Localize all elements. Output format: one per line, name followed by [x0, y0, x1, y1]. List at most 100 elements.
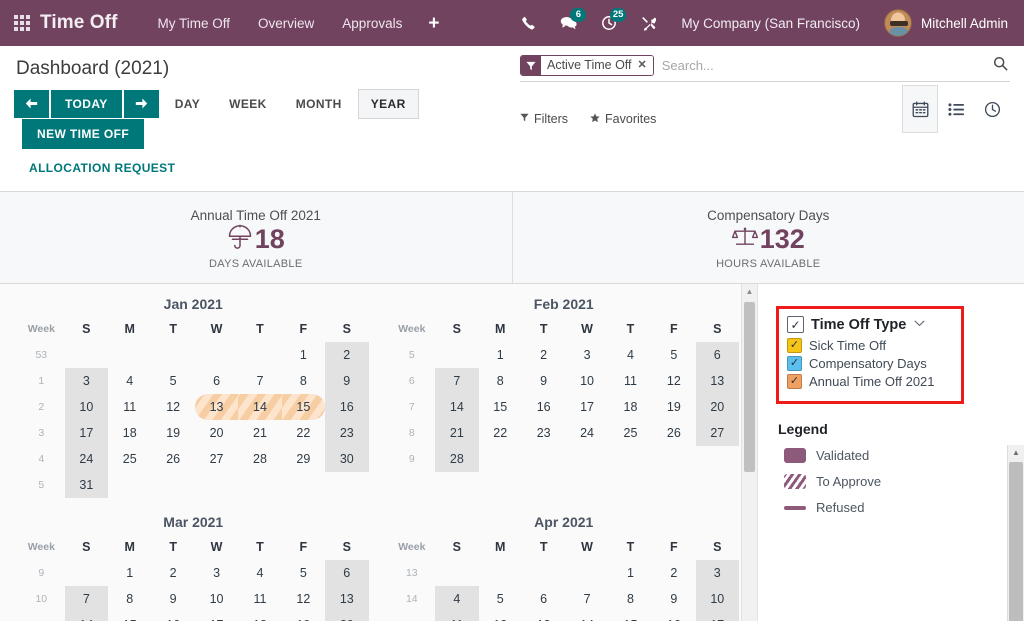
chevron-down-icon[interactable]: [914, 319, 925, 330]
calendar-day-cell[interactable]: 12: [282, 586, 325, 612]
nav-item-my-time-off[interactable]: My Time Off: [144, 10, 245, 37]
calendar-day-cell[interactable]: 26: [151, 446, 194, 472]
calendar-day-cell[interactable]: 15: [609, 612, 652, 621]
calendar-day-cell[interactable]: 12: [151, 394, 194, 420]
calendar-day-cell[interactable]: 24: [65, 446, 108, 472]
next-period-button[interactable]: [124, 90, 159, 118]
checkbox-time-off-type[interactable]: ✓: [787, 338, 802, 353]
calendar-day-cell[interactable]: 1: [282, 342, 325, 368]
calendar-day-cell[interactable]: 1: [108, 560, 151, 586]
checkbox-all-types[interactable]: ✓: [787, 316, 804, 333]
list-view-icon[interactable]: [938, 85, 974, 133]
calendar-day-cell[interactable]: 23: [325, 420, 368, 446]
calendar-day-cell[interactable]: 6: [195, 368, 238, 394]
calendar-day-cell[interactable]: 14: [65, 612, 108, 621]
calendar-day-cell[interactable]: 6: [522, 586, 565, 612]
calendar-day-cell[interactable]: 21: [435, 420, 478, 446]
calendar-day-cell[interactable]: 17: [195, 612, 238, 621]
calendar-day-cell[interactable]: 8: [609, 586, 652, 612]
calendar-day-cell[interactable]: 7: [435, 368, 478, 394]
calendar-day-cell[interactable]: 15: [108, 612, 151, 621]
week-number[interactable]: 6: [389, 368, 436, 394]
messages-icon[interactable]: 6: [549, 11, 588, 35]
calendar-day-cell-event-to-approve[interactable]: 14: [238, 394, 281, 420]
calendar-day-cell[interactable]: 5: [652, 342, 695, 368]
calendar-day-cell[interactable]: 14: [435, 394, 478, 420]
calendar-day-cell[interactable]: 16: [652, 612, 695, 621]
time-off-type-item[interactable]: ✓Compensatory Days: [787, 356, 951, 371]
calendar-day-cell-event-to-approve[interactable]: 15: [282, 394, 325, 420]
calendar-day-cell[interactable]: 29: [282, 446, 325, 472]
calendar-day-cell[interactable]: 13: [325, 586, 368, 612]
calendar-day-cell[interactable]: 4: [108, 368, 151, 394]
calendar-day-cell[interactable]: 27: [696, 420, 739, 446]
developer-tools-icon[interactable]: [630, 12, 667, 35]
scale-month-button[interactable]: MONTH: [283, 89, 355, 119]
calendar-day-cell[interactable]: 7: [565, 586, 608, 612]
calendar-day-cell[interactable]: 10: [65, 394, 108, 420]
search-input[interactable]: [658, 56, 985, 75]
scroll-up-icon[interactable]: ▲: [742, 284, 757, 299]
scrollbar-thumb[interactable]: [744, 302, 755, 472]
week-number[interactable]: 53: [18, 342, 65, 368]
calendar-day-cell[interactable]: 9: [325, 368, 368, 394]
today-button[interactable]: TODAY: [51, 90, 122, 118]
filters-dropdown[interactable]: Filters: [520, 112, 568, 126]
calendar-day-cell[interactable]: 5: [151, 368, 194, 394]
calendar-day-cell[interactable]: 4: [435, 586, 478, 612]
calendar-day-cell[interactable]: 22: [479, 420, 522, 446]
calendar-day-cell[interactable]: 1: [609, 560, 652, 586]
calendar-day-cell[interactable]: 17: [696, 612, 739, 621]
counter-card-compensatory-days[interactable]: Compensatory Days 132 HOURS AVAILABLE: [513, 192, 1024, 283]
calendar-day-cell[interactable]: 28: [435, 446, 478, 472]
nav-add-icon[interactable]: +: [416, 12, 451, 35]
week-number[interactable]: 2: [18, 394, 65, 420]
week-number[interactable]: 9: [18, 560, 65, 586]
calendar-day-cell[interactable]: 16: [325, 394, 368, 420]
calendar-day-cell[interactable]: 11: [435, 612, 478, 621]
new-time-off-button[interactable]: NEW TIME OFF: [22, 119, 144, 149]
page-scrollbar[interactable]: ▲ ▼: [1007, 445, 1024, 621]
user-menu[interactable]: Mitchell Admin: [874, 7, 1012, 39]
favorites-dropdown[interactable]: Favorites: [590, 112, 656, 126]
checkbox-time-off-type[interactable]: ✓: [787, 356, 802, 371]
calendar-day-cell[interactable]: 7: [65, 586, 108, 612]
search-facet-active-time-off[interactable]: Active Time Off ✕: [520, 55, 654, 76]
calendar-day-cell[interactable]: 12: [652, 368, 695, 394]
scale-year-button[interactable]: YEAR: [358, 89, 419, 119]
calendar-day-cell[interactable]: 18: [108, 420, 151, 446]
calendar-day-cell[interactable]: 2: [652, 560, 695, 586]
calendar-day-cell[interactable]: 2: [522, 342, 565, 368]
time-off-type-item[interactable]: ✓Annual Time Off 2021: [787, 374, 951, 389]
calendar-day-cell[interactable]: 27: [195, 446, 238, 472]
calendar-day-cell[interactable]: 25: [609, 420, 652, 446]
calendar-day-cell[interactable]: 6: [696, 342, 739, 368]
calendar-day-cell[interactable]: 10: [696, 586, 739, 612]
calendar-day-cell[interactable]: 31: [65, 472, 108, 498]
scrollbar-thumb[interactable]: [1009, 462, 1023, 621]
calendar-scrollbar[interactable]: ▲: [741, 284, 757, 621]
calendar-day-cell[interactable]: 13: [522, 612, 565, 621]
week-number[interactable]: 4: [18, 446, 65, 472]
close-icon[interactable]: ✕: [636, 56, 653, 75]
activities-clock-icon[interactable]: 25: [590, 11, 628, 35]
week-number[interactable]: 7: [389, 394, 436, 420]
calendar-day-cell[interactable]: 12: [479, 612, 522, 621]
nav-item-approvals[interactable]: Approvals: [328, 10, 416, 37]
scroll-up-icon[interactable]: ▲: [1008, 445, 1024, 460]
apps-grid-icon[interactable]: [14, 15, 30, 31]
week-number[interactable]: 3: [18, 420, 65, 446]
week-number[interactable]: 11: [18, 612, 65, 621]
calendar-day-cell[interactable]: 6: [325, 560, 368, 586]
phone-icon[interactable]: [510, 12, 547, 35]
week-number[interactable]: 9: [389, 446, 436, 472]
calendar-day-cell[interactable]: 26: [652, 420, 695, 446]
week-number[interactable]: 15: [389, 612, 436, 621]
calendar-day-cell[interactable]: 19: [652, 394, 695, 420]
checkbox-time-off-type[interactable]: ✓: [787, 374, 802, 389]
calendar-day-cell[interactable]: 10: [565, 368, 608, 394]
calendar-day-cell[interactable]: 19: [151, 420, 194, 446]
calendar-day-cell[interactable]: 24: [565, 420, 608, 446]
week-number[interactable]: 5: [389, 342, 436, 368]
calendar-day-cell[interactable]: 16: [151, 612, 194, 621]
